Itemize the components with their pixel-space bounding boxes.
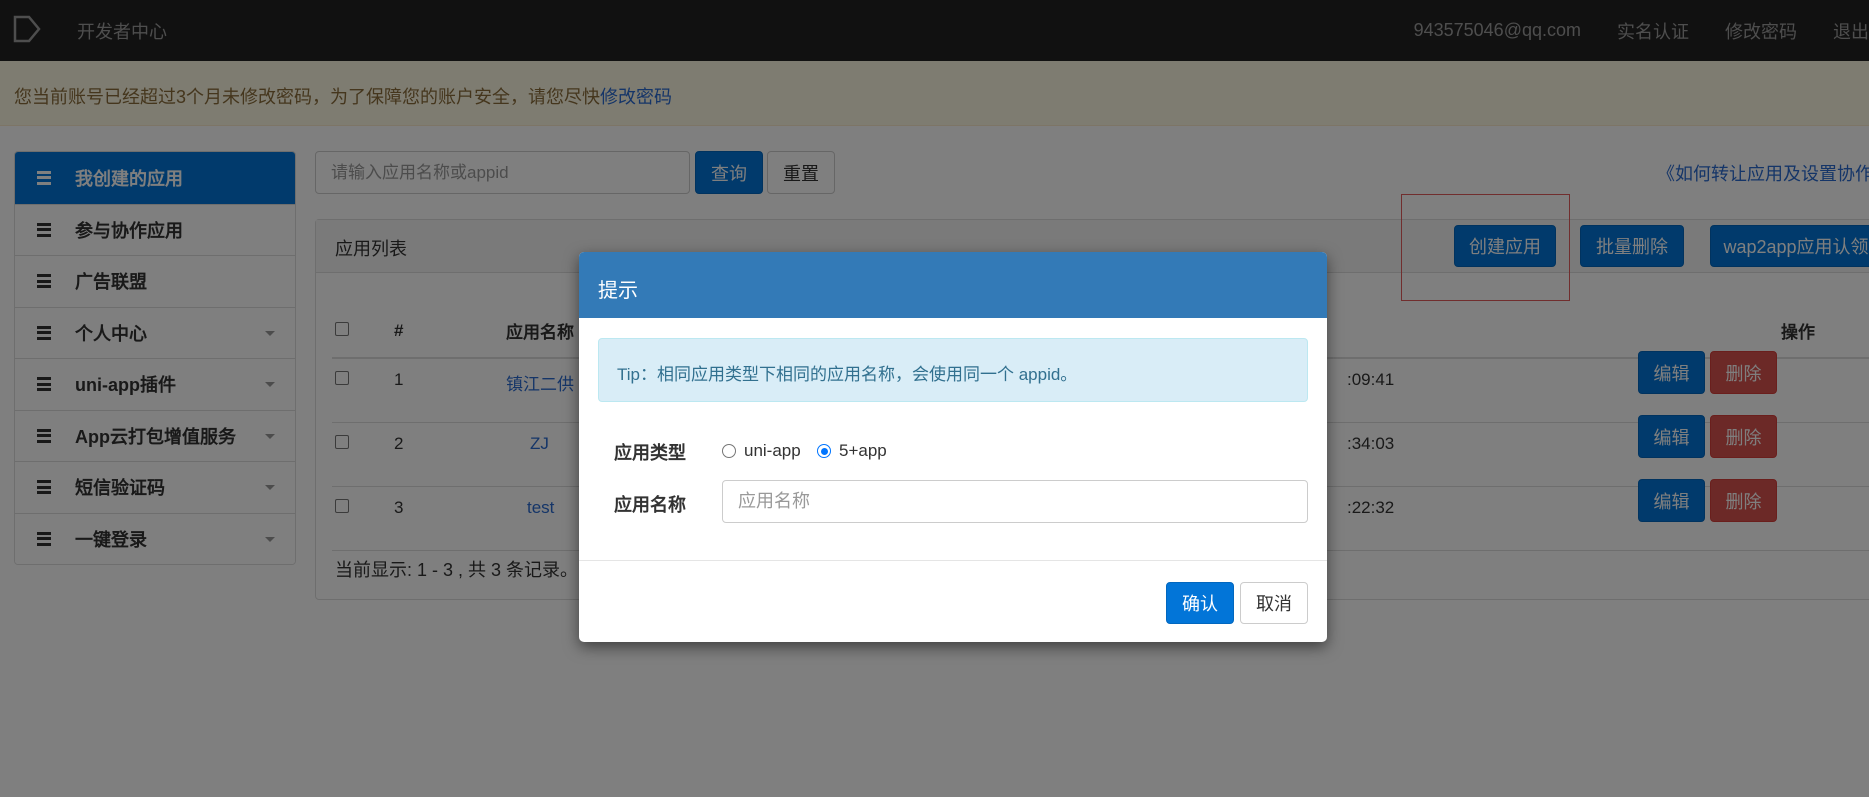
app-name-label: 应用名称 [614,495,686,515]
radio-checked-icon[interactable] [817,444,831,458]
cancel-button[interactable]: 取消 [1240,582,1308,624]
radio-uniapp[interactable]: uni-app [722,441,801,461]
radio-unchecked-icon[interactable] [722,444,736,458]
create-app-dialog: 提示 Tip：相同应用类型下相同的应用名称，会使用同一个 appid。 应用类型… [579,252,1327,642]
radio-5plusapp[interactable]: 5+app [817,441,887,461]
dialog-title: 提示 [579,252,1327,318]
confirm-button[interactable]: 确认 [1166,582,1234,624]
dialog-footer: 确认 取消 [579,560,1327,642]
app-name-input[interactable] [722,480,1308,523]
radio-label: 5+app [839,441,887,460]
radio-label: uni-app [744,441,801,460]
tip-alert: Tip：相同应用类型下相同的应用名称，会使用同一个 appid。 [598,338,1308,402]
app-type-label: 应用类型 [614,443,686,463]
